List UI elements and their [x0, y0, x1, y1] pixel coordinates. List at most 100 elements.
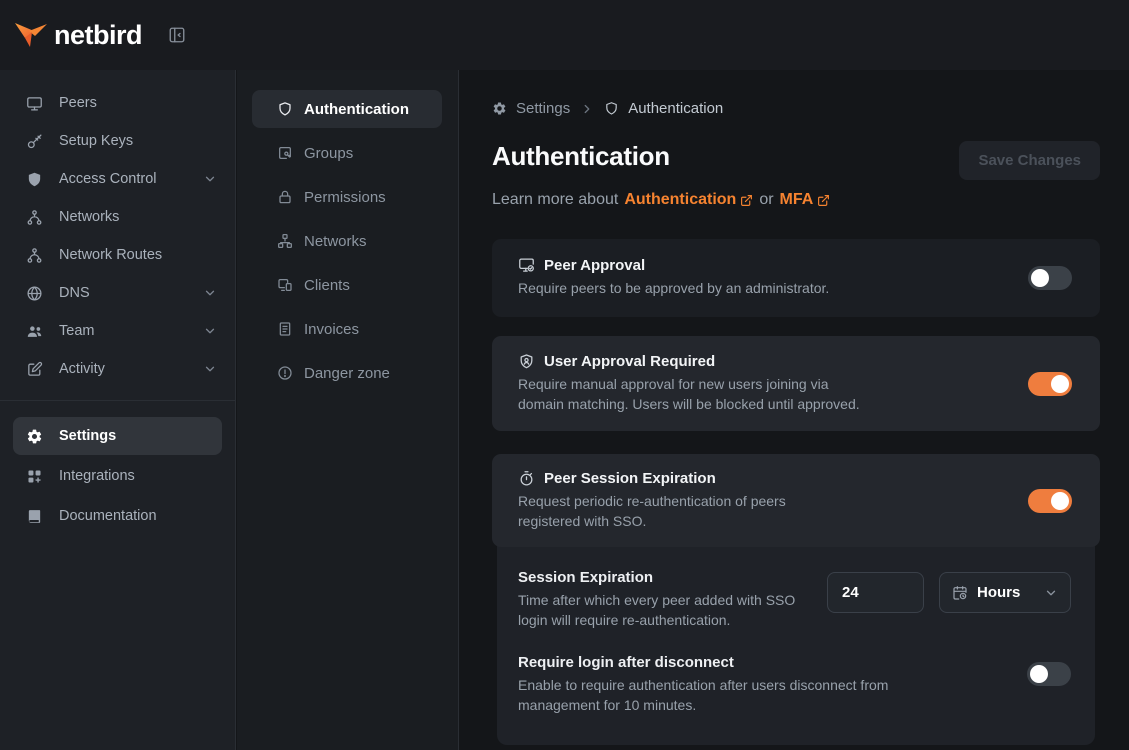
sidebar-item-peers[interactable]: Peers: [0, 84, 235, 122]
book-icon: [26, 508, 43, 525]
calendar-clock-icon: [952, 585, 968, 601]
breadcrumb-authentication[interactable]: Authentication: [604, 100, 723, 117]
sidebar-item-label: Activity: [59, 361, 105, 377]
link-label: Authentication: [624, 191, 736, 209]
require-login-toggle[interactable]: [1027, 662, 1071, 686]
breadcrumb: Settings Authentication: [492, 100, 1100, 117]
setting-description: Time after which every peer added with S…: [518, 591, 818, 630]
main-content: Settings Authentication Authentication S…: [459, 70, 1129, 750]
subnav-item-label: Permissions: [304, 189, 386, 206]
sidebar-item-networks[interactable]: Networks: [0, 198, 235, 236]
sidebar-collapse-icon[interactable]: [168, 26, 186, 44]
subnav-item-clients[interactable]: Clients: [252, 266, 442, 304]
subnav-item-label: Networks: [304, 233, 367, 250]
gear-icon: [26, 428, 43, 445]
network-icon: [26, 209, 43, 226]
authentication-doc-link[interactable]: Authentication: [624, 191, 753, 209]
session-expiration-panel: Session Expiration Time after which ever…: [497, 537, 1095, 745]
shield-icon: [277, 101, 293, 117]
invoice-icon: [277, 321, 293, 337]
session-expiration-unit-select[interactable]: Hours: [939, 572, 1071, 613]
session-expiration-input[interactable]: [827, 572, 924, 613]
subnav-item-permissions[interactable]: Permissions: [252, 178, 442, 216]
sidebar-item-network-routes[interactable]: Network Routes: [0, 236, 235, 274]
chevron-down-icon: [1044, 586, 1058, 600]
user-approval-toggle[interactable]: [1028, 372, 1072, 396]
sidebar-item-label: Documentation: [59, 508, 157, 524]
breadcrumb-settings[interactable]: Settings: [492, 100, 570, 117]
sidebar-item-label: Setup Keys: [59, 133, 133, 149]
external-link-icon: [740, 194, 753, 207]
user-approval-card: User Approval Required Require manual ap…: [492, 336, 1100, 431]
mfa-doc-link[interactable]: MFA: [780, 191, 831, 209]
folder-key-icon: [277, 145, 293, 161]
selected-unit: Hours: [977, 584, 1035, 601]
sidebar-item-label: Team: [59, 323, 94, 339]
subnav-item-label: Invoices: [304, 321, 359, 338]
sidebar-item-label: Networks: [59, 209, 119, 225]
sidebar-item-setup-keys[interactable]: Setup Keys: [0, 122, 235, 160]
alert-circle-icon: [277, 365, 293, 381]
sidebar-item-integrations[interactable]: Integrations: [13, 457, 222, 495]
card-description: Require peers to be approved by an admin…: [518, 279, 829, 299]
sidebar-item-access-control[interactable]: Access Control: [0, 160, 235, 198]
card-description: Request periodic re-authentication of pe…: [518, 492, 838, 531]
netbird-logo: netbird: [14, 20, 142, 51]
sidebar-item-label: Network Routes: [59, 247, 162, 263]
setting-title: Require login after disconnect: [518, 654, 948, 671]
chevron-right-icon: [580, 102, 594, 116]
lock-icon: [277, 189, 293, 205]
toggle-knob: [1030, 665, 1048, 683]
subnav-item-danger-zone[interactable]: Danger zone: [252, 354, 442, 392]
subnav-item-networks[interactable]: Networks: [252, 222, 442, 260]
external-link-icon: [817, 194, 830, 207]
subnav-item-invoices[interactable]: Invoices: [252, 310, 442, 348]
monitor-check-icon: [518, 257, 535, 274]
page-title: Authentication: [492, 141, 670, 172]
subnav-item-label: Groups: [304, 145, 353, 162]
chevron-down-icon: [203, 172, 217, 186]
globe-icon: [26, 285, 43, 302]
setting-title: Session Expiration: [518, 569, 818, 586]
card-title: Peer Session Expiration: [544, 470, 716, 487]
sidebar-item-label: Integrations: [59, 468, 135, 484]
subnav-item-authentication[interactable]: Authentication: [252, 90, 442, 128]
card-title: User Approval Required: [544, 353, 715, 370]
sidebar-item-dns[interactable]: DNS: [0, 274, 235, 312]
peer-approval-toggle[interactable]: [1028, 266, 1072, 290]
netbird-bird-icon: [14, 20, 48, 50]
page-subtitle: Learn more about Authentication or MFA: [492, 191, 1100, 209]
main-sidebar: Peers Setup Keys Access Control Networks…: [0, 70, 236, 750]
subnav-item-groups[interactable]: Groups: [252, 134, 442, 172]
sidebar-item-label: Peers: [59, 95, 97, 111]
shield-icon: [604, 101, 619, 116]
sidebar-item-label: Access Control: [59, 171, 157, 187]
link-label: MFA: [780, 191, 814, 209]
edit-icon: [26, 361, 43, 378]
peer-approval-card: Peer Approval Require peers to be approv…: [492, 239, 1100, 317]
card-description: Require manual approval for new users jo…: [518, 375, 878, 414]
sidebar-item-team[interactable]: Team: [0, 312, 235, 350]
breadcrumb-label: Settings: [516, 100, 570, 117]
require-login-row: Require login after disconnect Enable to…: [518, 654, 1071, 715]
chevron-down-icon: [203, 362, 217, 376]
subtitle-text: or: [759, 191, 773, 209]
peer-session-expiration-toggle[interactable]: [1028, 489, 1072, 513]
sidebar-item-documentation[interactable]: Documentation: [13, 497, 222, 535]
devices-icon: [277, 277, 293, 293]
settings-subnav: Authentication Groups Permissions Networ…: [237, 70, 459, 750]
sidebar-item-settings[interactable]: Settings: [13, 417, 222, 455]
sidebar-item-label: DNS: [59, 285, 90, 301]
gear-icon: [492, 101, 507, 116]
shield-icon: [26, 171, 43, 188]
peer-session-expiration-card: Peer Session Expiration Request periodic…: [492, 454, 1100, 547]
save-changes-button[interactable]: Save Changes: [959, 141, 1100, 180]
users-icon: [26, 323, 43, 340]
subtitle-text: Learn more about: [492, 191, 618, 209]
sidebar-item-activity[interactable]: Activity: [0, 350, 235, 388]
breadcrumb-label: Authentication: [628, 100, 723, 117]
toggle-knob: [1051, 375, 1069, 393]
toggle-knob: [1031, 269, 1049, 287]
top-header: netbird: [0, 0, 1129, 70]
sidebar-divider: [0, 400, 235, 401]
